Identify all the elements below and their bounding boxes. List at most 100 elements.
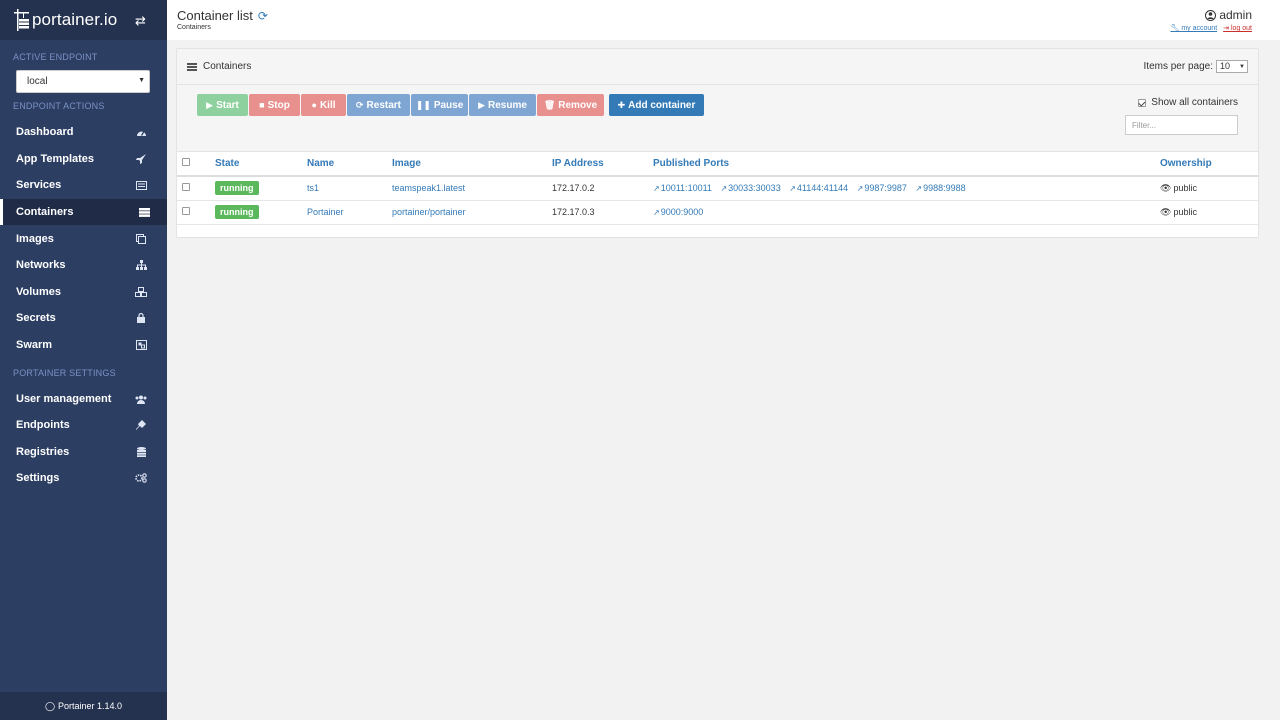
sidebar-item-user-management[interactable]: User management [0,386,167,412]
status-badge: running [215,181,259,196]
list-alt-icon [135,179,147,191]
portainer-logo[interactable]: portainer.io [14,9,117,31]
external-link-icon: ↗ [653,208,660,217]
restart-button[interactable]: ⟳ Restart [347,94,410,116]
trash-icon: 🗑︎ [543,99,556,110]
sidebar-item-volumes[interactable]: Volumes [0,279,167,305]
ownership-label: public [1173,182,1197,193]
add-container-label: Add container [628,99,696,111]
sidebar-item-app-templates[interactable]: App Templates [0,146,167,172]
my-account-label: my account [1181,25,1218,32]
column-published-ports[interactable]: Published Ports [653,152,1160,176]
show-all-checkbox[interactable] [1138,98,1147,107]
container-name-link[interactable]: Portainer [307,200,392,224]
state-cell: running [215,200,307,224]
sidebar-item-label: Registries [16,446,70,458]
column-image[interactable]: Image [392,152,552,176]
play-icon: ▶ [206,99,214,110]
restart-label: Restart [366,99,401,111]
endpoint-select[interactable]: local ▼ [16,70,150,93]
top-header: Container list ⟳ Containers admin 🔧︎ my … [167,0,1280,40]
remove-label: Remove [558,99,598,111]
stop-icon: ■ [259,100,265,110]
pause-button[interactable]: ❚❚ Pause [411,94,468,116]
port-link[interactable]: ↗9000:9000 [653,207,703,217]
remove-button[interactable]: 🗑︎ Remove [537,94,604,116]
column-ownership[interactable]: Ownership [1160,152,1258,176]
containers-table: State Name Image IP Address Published Po… [177,152,1258,225]
port-label: 9988:9988 [923,183,966,194]
sidebar-item-images[interactable]: Images [0,226,167,252]
cogs-icon [135,472,147,484]
eye-icon: 👁︎ [1160,182,1172,193]
port-link[interactable]: ↗10011:10011 [653,183,712,193]
my-account-link[interactable]: 🔧︎ my account [1171,24,1218,32]
sidebar-toggle-icon[interactable]: ⇄ [135,13,146,29]
kill-button[interactable]: ● Kill [301,94,346,116]
show-all-label: Show all containers [1151,97,1238,108]
container-name-link[interactable]: ts1 [307,176,392,200]
user-circle-icon [1205,9,1217,21]
sidebar-item-settings[interactable]: Settings [0,465,167,491]
port-label: 9987:9987 [864,183,907,194]
portainer-settings-title: PORTAINER SETTINGS [13,368,116,378]
filter-placeholder: Filter... [1132,121,1157,130]
sidebar-item-services[interactable]: Services [0,172,167,198]
ownership-cell: 👁︎ public [1160,200,1258,224]
port-link[interactable]: ↗9987:9987 [857,183,907,193]
row-select-cell [177,176,215,200]
image-link[interactable]: teamspeak1.latest [392,176,552,200]
page-title: Container list ⟳ [177,8,268,23]
plus-icon: ✚ [617,99,626,110]
ownership-label: public [1173,206,1197,217]
sidebar-item-networks[interactable]: Networks [0,252,167,278]
resume-button[interactable]: ▶ Resume [469,94,536,116]
sidebar-footer: ◯ Portainer 1.14.0 [0,692,167,720]
page-title-text: Container list [177,8,253,23]
actions-bar: ▶ Start ■ Stop ● Kill ⟳ Restart ❚❚ Pause ▶ Res… [177,85,1258,152]
brand-bar: portainer.io ⇄ [0,0,167,40]
column-ip-address[interactable]: IP Address [552,152,653,176]
start-button[interactable]: ▶ Start [197,94,248,116]
column-name[interactable]: Name [307,152,392,176]
sidebar-item-dashboard[interactable]: Dashboard [0,119,167,145]
stop-button[interactable]: ■ Stop [249,94,300,116]
add-container-button[interactable]: ✚ Add container [609,94,704,116]
bomb-icon: ● [311,100,317,110]
port-label: 30033:30033 [728,183,781,194]
brand-name: portainer.io [32,10,118,29]
port-link[interactable]: ↗30033:30033 [720,183,780,193]
port-link[interactable]: ↗9988:9988 [915,183,965,193]
refresh-icon: ⟳ [355,99,364,110]
sidebar-item-label: App Templates [16,153,95,165]
user-info: admin [1205,8,1252,22]
published-ports-cell: ↗10011:10011 ↗30033:30033 ↗41144:41144 ↗… [653,176,1160,200]
sidebar-item-containers[interactable]: Containers [0,199,167,225]
row-checkbox[interactable] [182,183,190,192]
port-label: 10011:10011 [660,183,712,194]
eye-icon: 👁︎ [1160,206,1172,217]
port-link[interactable]: ↗41144:41144 [789,183,848,193]
column-state[interactable]: State [215,152,307,176]
user-links: 🔧︎ my account ⇥ log out [1171,24,1253,32]
log-out-link[interactable]: ⇥ log out [1223,24,1252,32]
object-group-icon [135,339,147,351]
sidebar-item-swarm[interactable]: Swarm [0,332,167,358]
resume-label: Resume [488,99,527,111]
sign-out-icon: ⇥ [1223,25,1230,32]
show-all-toggle[interactable]: Show all containers [1138,97,1238,108]
sidebar-item-secrets[interactable]: Secrets [0,305,167,331]
sidebar-item-label: User management [16,393,112,405]
sidebar-item-endpoints[interactable]: Endpoints [0,412,167,438]
row-checkbox[interactable] [182,207,190,215]
select-all-checkbox[interactable] [182,158,190,166]
sidebar-item-registries[interactable]: Registries [0,439,167,465]
image-link[interactable]: portainer/portainer [392,200,552,224]
filter-input[interactable]: Filter... [1125,115,1238,135]
sidebar-item-label: Volumes [16,286,62,298]
sidebar-item-label: Services [16,179,62,191]
sidebar-item-label: Endpoints [16,419,70,431]
items-per-page-select[interactable]: 10 ▼ [1216,60,1248,73]
refresh-icon[interactable]: ⟳ [258,9,268,23]
port-label: 9000:9000 [660,207,704,217]
